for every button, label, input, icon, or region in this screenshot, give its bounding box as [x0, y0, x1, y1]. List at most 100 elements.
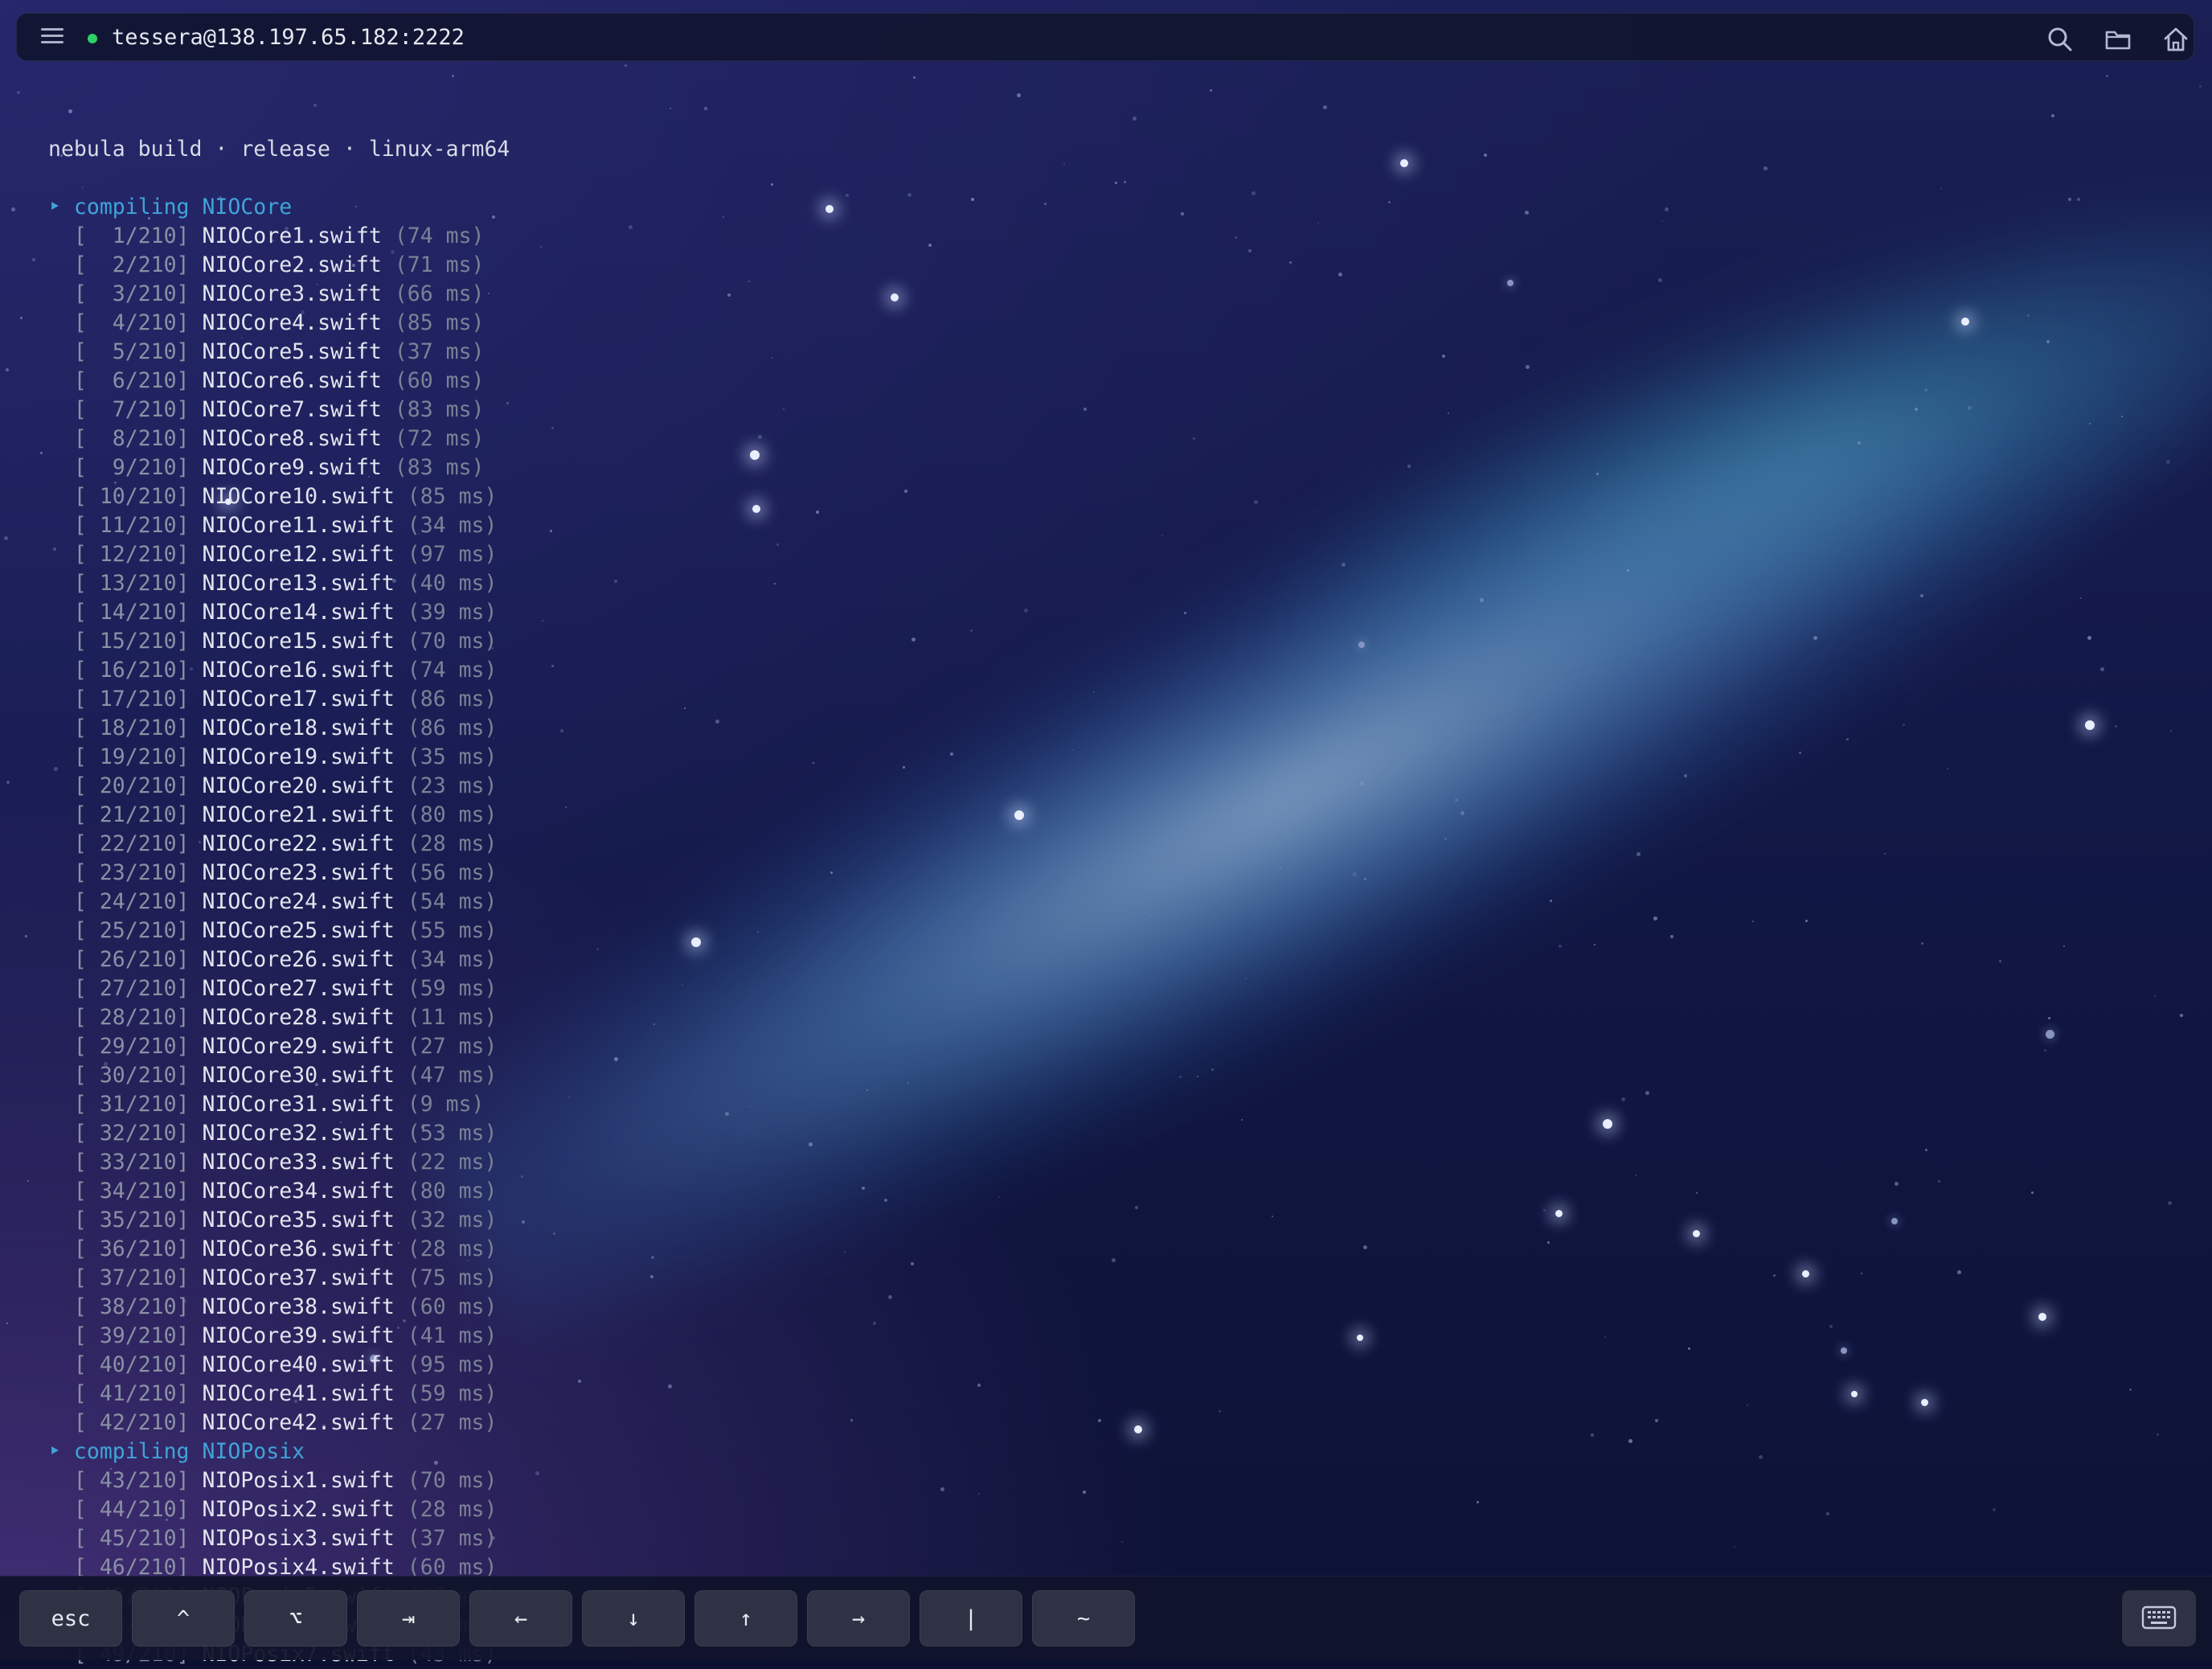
right-arrow-key[interactable]: →: [807, 1590, 910, 1646]
star: [970, 629, 973, 632]
up-arrow-key[interactable]: ↑: [694, 1590, 797, 1646]
progress-index: [ 26/210]: [73, 947, 190, 972]
progress-index: [ 20/210]: [73, 773, 190, 798]
star: [1063, 163, 1065, 165]
progress-index: [ 5/210]: [73, 339, 190, 364]
star: [1360, 781, 1364, 785]
star: [625, 64, 627, 67]
star: [1752, 921, 1754, 922]
progress-index: [ 30/210]: [73, 1063, 190, 1088]
star: [1072, 749, 1074, 751]
star: [1353, 872, 1357, 876]
star: [888, 1295, 892, 1299]
star: [1604, 1336, 1606, 1338]
esc-key[interactable]: esc: [19, 1590, 122, 1646]
star: [40, 452, 43, 454]
star: [907, 193, 911, 197]
compile-line: [ 25/210] NIOCore25.swift (55 ms): [48, 917, 510, 945]
star: [551, 427, 554, 429]
compile-line: [ 15/210] NIOCore15.swift (70 ms): [48, 627, 510, 656]
tab-key[interactable]: ⇥: [357, 1590, 460, 1646]
star: [748, 281, 750, 282]
file-name: NIOCore25.swift: [202, 918, 395, 943]
down-arrow-key[interactable]: ↓: [582, 1590, 685, 1646]
star: [749, 1105, 751, 1107]
compile-line: [ 23/210] NIOCore23.swift (56 ms): [48, 859, 510, 888]
progress-index: [ 19/210]: [73, 744, 190, 769]
star: [715, 720, 719, 724]
file-name: NIOCore6.swift: [202, 368, 382, 393]
file-name: NIOCore20.swift: [202, 773, 395, 798]
file-name: NIOCore22.swift: [202, 831, 395, 856]
duration: (85 ms): [407, 484, 498, 509]
progress-index: [ 41/210]: [73, 1381, 190, 1406]
home-icon[interactable]: [2161, 25, 2190, 54]
pipe-key[interactable]: |: [920, 1590, 1022, 1646]
file-name: NIOCore37.swift: [202, 1265, 395, 1290]
file-name: NIOCore26.swift: [202, 947, 395, 972]
star: [1961, 318, 1969, 326]
star: [1098, 1419, 1101, 1422]
progress-index: [ 8/210]: [73, 426, 190, 451]
folder-icon[interactable]: [2103, 25, 2132, 54]
star: [653, 1023, 655, 1025]
star: [1448, 412, 1449, 414]
star: [911, 1262, 914, 1265]
star: [651, 1256, 654, 1259]
tilde-key[interactable]: ~: [1032, 1590, 1135, 1646]
left-arrow-key[interactable]: ←: [469, 1590, 572, 1646]
star: [670, 108, 671, 109]
file-name: NIOPosix3.swift: [202, 1526, 395, 1551]
star: [1024, 609, 1028, 613]
star: [950, 752, 953, 756]
search-icon[interactable]: [2046, 25, 2075, 54]
section-module: NIOCore: [202, 195, 293, 219]
terminal-output[interactable]: nebula build · release · linux-arm64 ‣ c…: [48, 77, 510, 1669]
star: [1112, 1258, 1116, 1262]
ctrl-key[interactable]: ^: [132, 1590, 235, 1646]
compile-line: [ 7/210] NIOCore7.swift (83 ms): [48, 396, 510, 424]
star: [1635, 1175, 1636, 1176]
menu-icon[interactable]: [41, 28, 63, 47]
connection-status-dot: [88, 34, 97, 43]
progress-index: [ 39/210]: [73, 1323, 190, 1348]
duration: (97 ms): [407, 542, 498, 567]
file-name: NIOCore18.swift: [202, 716, 395, 740]
alt-key[interactable]: ⌥: [244, 1590, 347, 1646]
star: [978, 1493, 980, 1495]
star: [1851, 1391, 1858, 1397]
star: [1507, 280, 1514, 286]
compile-line: [ 3/210] NIOCore3.swift (66 ms): [48, 280, 510, 309]
compile-line: [ 33/210] NIOCore33.swift (22 ms): [48, 1148, 510, 1177]
star: [727, 293, 731, 297]
section-header: ‣ compiling NIOPosix: [48, 1437, 510, 1466]
star: [1526, 365, 1530, 369]
star: [1241, 1119, 1243, 1121]
star: [1525, 211, 1529, 215]
progress-index: [ 7/210]: [73, 397, 190, 422]
duration: (74 ms): [407, 658, 498, 683]
star: [809, 1142, 813, 1146]
keyboard-icon[interactable]: [2122, 1590, 2196, 1646]
star: [1135, 1206, 1138, 1209]
star: [911, 638, 916, 642]
star: [1861, 1273, 1862, 1274]
star: [1480, 598, 1484, 602]
star: [971, 198, 974, 201]
file-name: NIOCore3.swift: [202, 281, 382, 306]
file-name: NIOCore17.swift: [202, 687, 395, 711]
star: [1477, 1501, 1479, 1503]
progress-index: [ 1/210]: [73, 223, 190, 248]
star: [1083, 408, 1087, 411]
compile-line: [ 10/210] NIOCore10.swift (85 ms): [48, 482, 510, 511]
star: [1813, 636, 1817, 640]
compile-line: [ 28/210] NIOCore28.swift (11 ms): [48, 1003, 510, 1032]
star: [2051, 114, 2054, 117]
progress-index: [ 33/210]: [73, 1150, 190, 1175]
progress-index: [ 22/210]: [73, 831, 190, 856]
file-name: NIOCore5.swift: [202, 339, 382, 364]
star: [940, 1487, 944, 1491]
star: [1338, 273, 1342, 277]
progress-index: [ 35/210]: [73, 1208, 190, 1232]
compile-line: [ 19/210] NIOCore19.swift (35 ms): [48, 743, 510, 772]
